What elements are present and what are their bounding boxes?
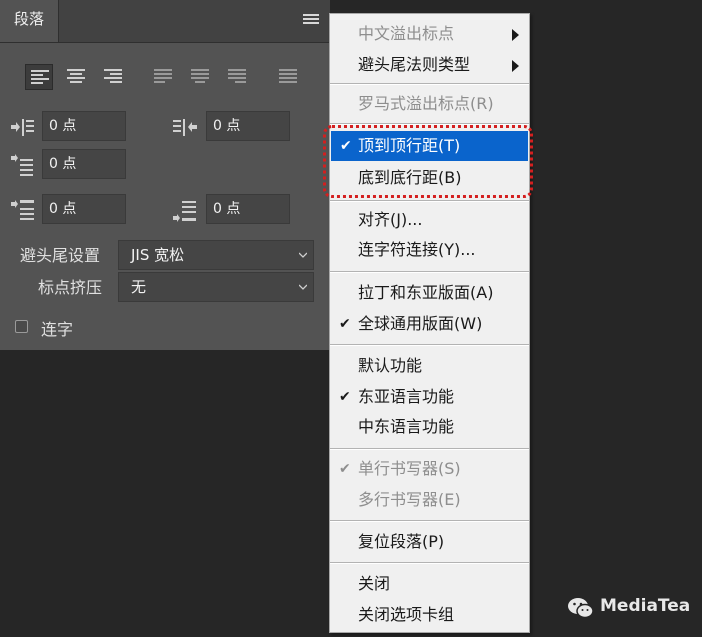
align-left-icon [31, 70, 49, 84]
chevron-down-icon [299, 252, 307, 258]
kinsoku-value: JIS 宽松 [131, 246, 185, 264]
align-center-button[interactable] [62, 64, 90, 90]
menu-item-latin-eastasian-layout[interactable]: 拉丁和东亚版面(A) [330, 278, 529, 308]
align-left-button[interactable] [25, 64, 53, 90]
space-after-field[interactable]: 0 点 [206, 194, 290, 224]
menu-item-justification[interactable]: 对齐(J)... [330, 205, 529, 235]
watermark-text: MediaTea [600, 596, 691, 616]
hyphenate-checkbox[interactable] [15, 320, 28, 333]
checkmark-icon: ✔ [339, 316, 351, 332]
menu-item-default-features[interactable]: 默认功能 [330, 351, 529, 381]
panel-tab-bar: 段落 [0, 0, 330, 43]
menu-item-single-line-composer[interactable]: ✔ 单行书写器(S) [330, 454, 529, 484]
menu-item-world-ready-layout[interactable]: ✔ 全球通用版面(W) [330, 309, 529, 339]
wechat-icon [568, 598, 594, 619]
checkmark-icon: ✔ [339, 389, 351, 405]
space-before-field[interactable]: 0 点 [42, 194, 126, 224]
chevron-down-icon [299, 284, 307, 290]
kinsoku-select[interactable]: JIS 宽松 [118, 240, 314, 270]
menu-item-roman-hanging-punctuation[interactable]: 罗马式溢出标点(R) [330, 89, 529, 119]
mojikumi-value: 无 [131, 278, 147, 296]
hyphenate-label: 连字 [41, 320, 74, 339]
menu-item-east-asian-features[interactable]: ✔ 东亚语言功能 [330, 382, 529, 412]
indent-right-icon [173, 119, 197, 136]
indent-left-icon [11, 119, 34, 136]
menu-item-reset-paragraph[interactable]: 复位段落(P) [330, 527, 529, 557]
menu-item-every-line-composer[interactable]: 多行书写器(E) [330, 485, 529, 515]
menu-item-kinsoku-type[interactable]: 避头尾法则类型 [330, 50, 529, 80]
justify-center-icon [191, 69, 209, 83]
submenu-arrow-icon [512, 29, 519, 41]
align-right-button[interactable] [99, 64, 127, 90]
kinsoku-label: 避头尾设置 [20, 246, 101, 265]
mojikumi-label: 标点挤压 [38, 278, 103, 297]
first-line-indent-field[interactable]: 0 点 [42, 149, 126, 179]
checkmark-icon: ✔ [339, 461, 351, 477]
submenu-arrow-icon [512, 60, 519, 72]
paragraph-panel: 段落 0 点 0 点 0 点 0 点 0 点 避头尾设置 JIS 宽松 标点挤压… [0, 0, 330, 350]
space-before-icon [11, 200, 34, 220]
space-after-icon [173, 201, 196, 222]
align-center-icon [67, 69, 85, 83]
panel-flyout-menu: 中文溢出标点 避头尾法则类型 罗马式溢出标点(R) ✔ 顶到顶行距(T) 底到底… [329, 13, 530, 633]
mojikumi-select[interactable]: 无 [118, 272, 314, 302]
justify-all-icon [279, 69, 297, 83]
first-line-indent-icon [11, 154, 33, 176]
justify-all-button[interactable] [274, 64, 302, 90]
alignment-group [25, 64, 130, 90]
align-right-icon [104, 69, 122, 83]
menu-item-close[interactable]: 关闭 [330, 569, 529, 599]
justify-right-button[interactable] [223, 64, 251, 90]
menu-item-hyphenation[interactable]: 连字符连接(Y)... [330, 235, 529, 265]
justify-group [149, 64, 254, 90]
justify-left-button[interactable] [149, 64, 177, 90]
justify-left-icon [154, 69, 172, 83]
menu-item-close-tab-group[interactable]: 关闭选项卡组 [330, 600, 529, 630]
highlight-callout [323, 125, 533, 198]
tab-paragraph[interactable]: 段落 [0, 0, 59, 42]
justify-right-icon [228, 69, 246, 83]
menu-item-middle-eastern-features[interactable]: 中东语言功能 [330, 412, 529, 442]
indent-left-field[interactable]: 0 点 [42, 111, 126, 141]
menu-item-cjk-hanging-punctuation[interactable]: 中文溢出标点 [330, 19, 529, 49]
indent-right-field[interactable]: 0 点 [206, 111, 290, 141]
justify-center-button[interactable] [186, 64, 214, 90]
panel-menu-icon[interactable] [303, 14, 319, 28]
